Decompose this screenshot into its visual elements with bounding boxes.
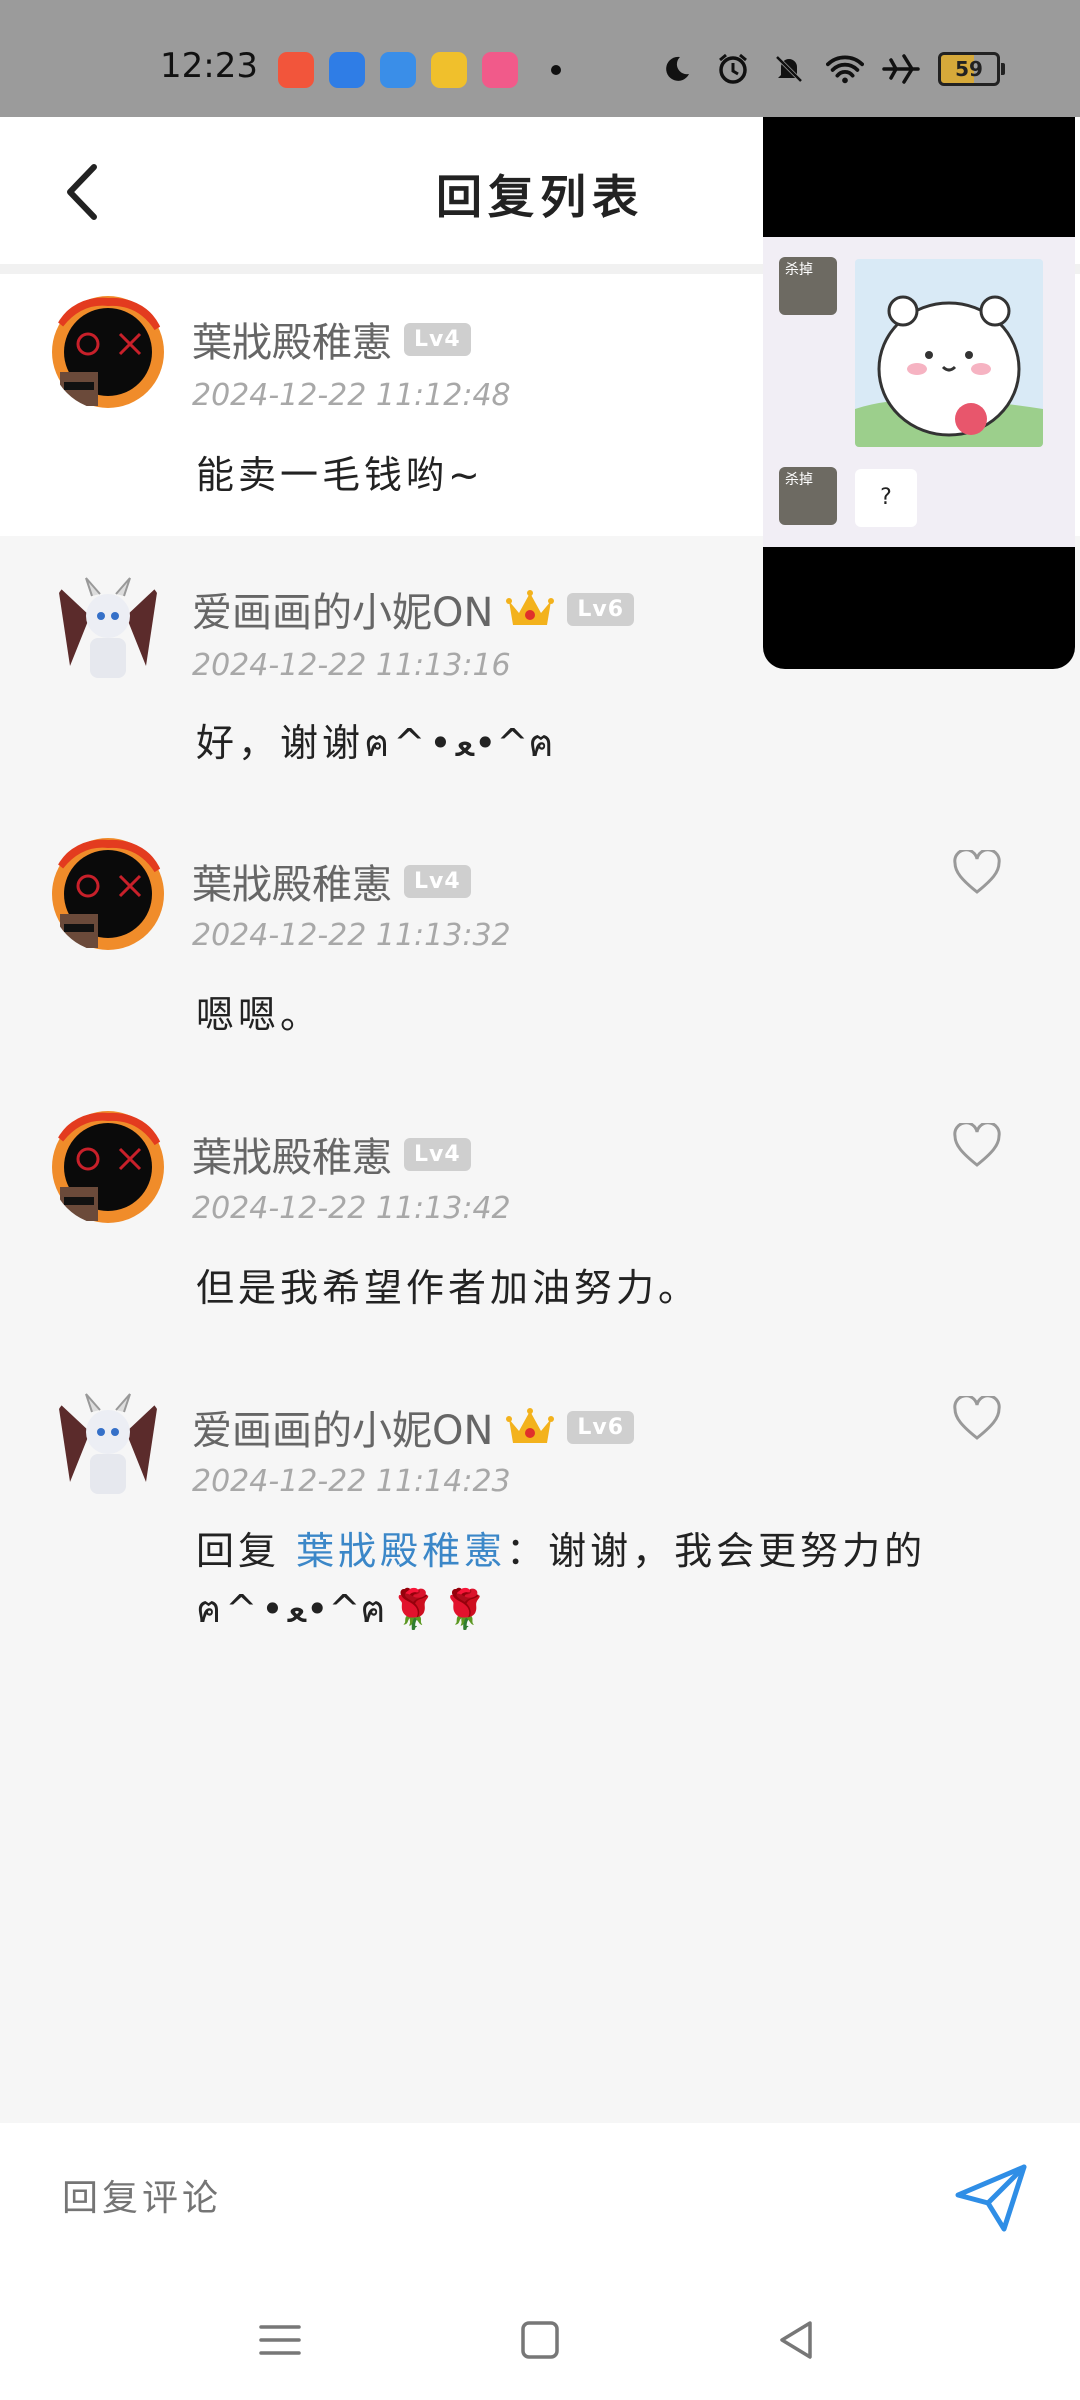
avatar[interactable] xyxy=(50,1382,166,1498)
avatar[interactable] xyxy=(50,1109,166,1225)
bear-sticker-image xyxy=(855,259,1043,447)
avatar[interactable] xyxy=(50,294,166,410)
comment-text: 但是我希望作者加油努力。 xyxy=(196,1266,701,1310)
comment-item[interactable]: 爱画画的小妮ON Lv6 2024-12-22 11:14:23 回复 葉戕殿稚… xyxy=(0,1372,1080,1692)
comment-text: 好，谢谢ฅ^•ﻌ•^ฅ xyxy=(196,721,558,765)
status-bar: 12:23 59 xyxy=(0,0,1080,117)
home-square-icon[interactable] xyxy=(515,2315,565,2365)
comment-username[interactable]: 葉戕殿稚憲 Lv4 xyxy=(192,1125,471,1183)
level-badge: Lv4 xyxy=(404,864,471,898)
like-heart-icon[interactable] xyxy=(952,1396,1002,1442)
mention-link[interactable]: 葉戕殿稚憲 xyxy=(296,1529,506,1573)
comment-timestamp: 2024-12-22 11:14:23 xyxy=(192,1464,511,1499)
mute-bell-icon xyxy=(770,50,808,88)
chat-avatar: 杀掉 xyxy=(779,467,837,525)
comment-timestamp: 2024-12-22 11:13:32 xyxy=(192,918,511,953)
comment-text: 回复 葉戕殿稚憲：谢谢，我会更努力的ฅ^•ﻌ•^ฅ🌹🌹 xyxy=(196,1529,927,1631)
comment-item[interactable]: 葉戕殿稚憲 Lv4 2024-12-22 11:13:42 但是我希望作者加油努… xyxy=(0,1099,1080,1372)
comment-timestamp: 2024-12-22 11:13:16 xyxy=(192,648,511,683)
status-time: 12:23 xyxy=(160,46,258,86)
chat-avatar: 杀掉 xyxy=(779,257,837,315)
crown-icon xyxy=(506,1408,555,1443)
send-icon[interactable] xyxy=(952,2159,1030,2237)
comment-timestamp: 2024-12-22 11:12:48 xyxy=(192,378,511,413)
comment-username[interactable]: 爱画画的小妮ON Lv6 xyxy=(192,1398,635,1456)
floating-chat-preview: 杀掉 杀掉 ? xyxy=(763,237,1075,547)
comment-username[interactable]: 葉戕殿稚憲 Lv4 xyxy=(192,852,471,910)
chat-bubble: ? xyxy=(855,469,917,527)
menu-icon[interactable] xyxy=(255,2315,305,2365)
comment-username[interactable]: 葉戕殿稚憲 Lv4 xyxy=(192,310,471,368)
system-indicators: 59 xyxy=(658,50,1005,88)
level-badge: Lv4 xyxy=(404,1137,471,1171)
level-badge: Lv6 xyxy=(567,1410,635,1444)
comment-timestamp: 2024-12-22 11:13:42 xyxy=(192,1191,511,1226)
video-app-icon xyxy=(278,52,314,88)
more-notifications-dot xyxy=(551,65,561,75)
browser-app-icon xyxy=(380,52,416,88)
airplane-mode-icon xyxy=(882,50,920,88)
avatar[interactable] xyxy=(50,836,166,952)
alarm-icon xyxy=(714,50,752,88)
back-triangle-icon[interactable] xyxy=(772,2315,822,2365)
reply-input[interactable] xyxy=(60,2165,864,2231)
like-heart-icon[interactable] xyxy=(952,1123,1002,1169)
wifi-icon xyxy=(826,50,864,88)
avatar[interactable] xyxy=(50,566,166,682)
level-badge: Lv4 xyxy=(404,322,471,356)
reply-input-bar xyxy=(0,2123,1080,2273)
notification-apps xyxy=(278,52,561,88)
comment-item[interactable]: 葉戕殿稚憲 Lv4 2024-12-22 11:13:32 嗯嗯。 xyxy=(0,826,1080,1099)
do-not-disturb-moon-icon xyxy=(658,50,696,88)
reward-app-icon xyxy=(431,52,467,88)
comment-username[interactable]: 爱画画的小妮ON Lv6 xyxy=(192,580,635,638)
battery-indicator: 59 xyxy=(938,52,1005,86)
crown-icon xyxy=(506,590,555,625)
comment-text: 嗯嗯。 xyxy=(196,993,323,1037)
files-app-icon xyxy=(329,52,365,88)
bilibili-app-icon xyxy=(482,52,518,88)
system-navigation-bar xyxy=(0,2273,1080,2400)
like-heart-icon[interactable] xyxy=(952,850,1002,896)
level-badge: Lv6 xyxy=(567,592,635,626)
floating-video-window[interactable]: 杀掉 杀掉 ? xyxy=(763,117,1075,669)
